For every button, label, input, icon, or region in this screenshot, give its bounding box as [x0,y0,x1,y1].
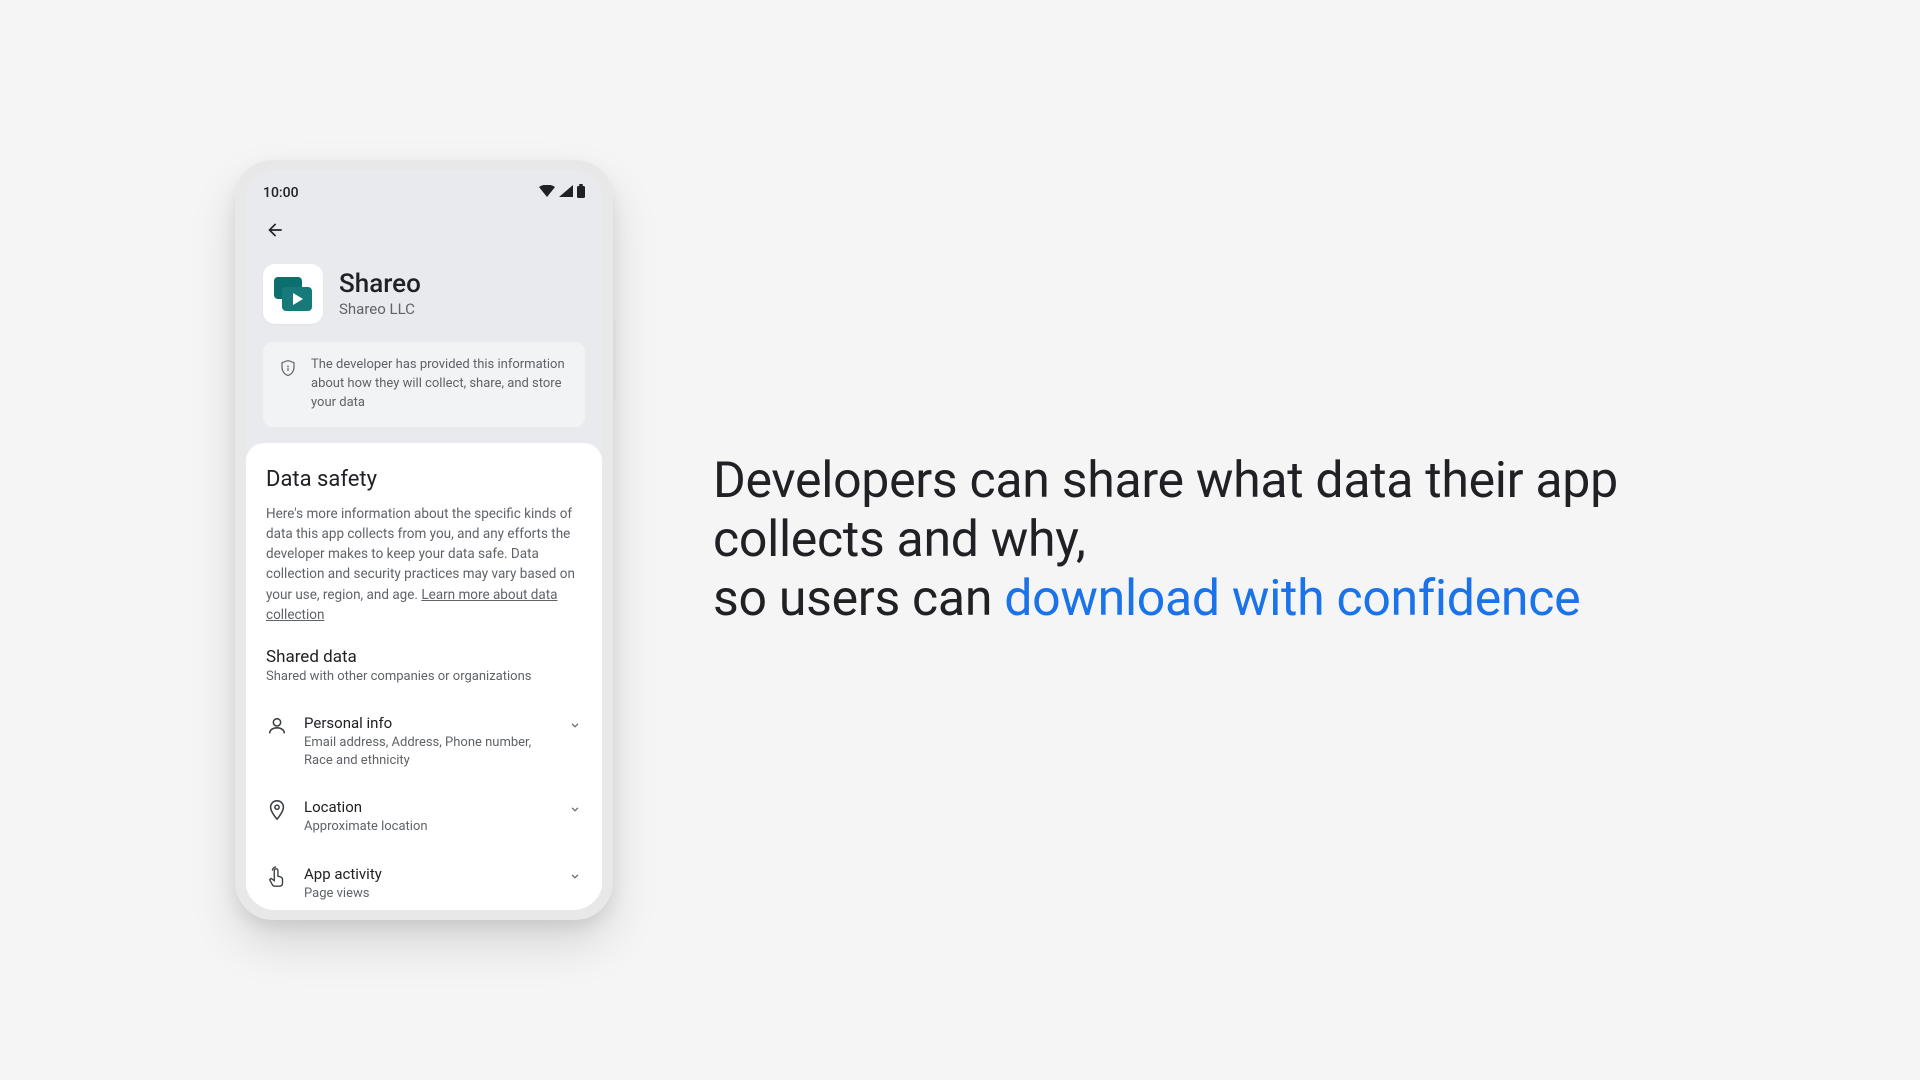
data-safety-body: Here's more information about the specif… [266,504,582,626]
shield-icon [279,358,297,382]
data-row-title: Personal info [304,714,552,732]
status-time: 10:00 [263,185,299,201]
play-icon [293,293,303,305]
data-row-location[interactable]: Location Approximate location [266,784,582,850]
battery-icon [577,184,585,202]
chevron-down-icon [568,717,582,736]
app-developer: Shareo LLC [339,300,421,318]
wifi-icon [539,185,555,201]
arrow-back-icon [265,220,285,240]
marketing-highlight: download with confidence [1004,570,1580,628]
shared-data-heading: Shared data [266,647,582,667]
marketing-line2-prefix: so users can [713,570,1004,628]
touch-icon [266,866,288,888]
data-row-desc: Email address, Address, Phone number, Ra… [304,734,552,770]
data-row-app-activity[interactable]: App activity Page views [266,851,582,910]
chevron-down-icon [568,868,582,887]
marketing-copy: Developers can share what data their app… [713,452,1695,629]
chevron-down-icon [568,801,582,820]
data-safety-card: Data safety Here's more information abou… [246,443,602,910]
data-row-desc: Approximate location [304,818,552,836]
data-row-title: Location [304,798,552,816]
data-safety-heading: Data safety [266,467,582,492]
app-icon [263,264,323,324]
phone-mockup: 10:00 [225,160,613,920]
status-bar: 10:00 [245,170,603,210]
info-banner: The developer has provided this informat… [263,342,585,427]
data-row-personal-info[interactable]: Personal info Email address, Address, Ph… [266,700,582,784]
data-row-desc: Page views [304,885,552,903]
data-row-title: App activity [304,865,552,883]
info-banner-text: The developer has provided this informat… [311,356,569,413]
signal-icon [559,185,573,201]
back-button[interactable] [261,216,289,244]
location-icon [266,799,288,821]
app-header: Shareo Shareo LLC [245,254,603,342]
marketing-line1: Developers can share what data their app… [713,452,1618,569]
app-name: Shareo [339,270,421,299]
shared-data-subheading: Shared with other companies or organizat… [266,669,582,684]
person-icon [266,715,288,737]
